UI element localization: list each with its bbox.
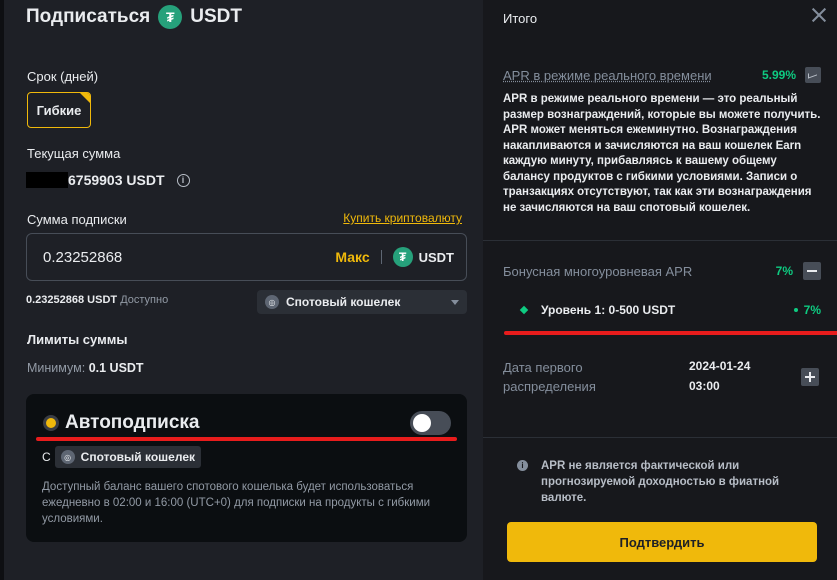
dot-icon xyxy=(793,308,798,312)
tier-row: Уровень 1: 0-500 USDT 7% xyxy=(519,303,821,317)
redaction-bar xyxy=(26,172,68,188)
amount-value[interactable]: 0.23252868 xyxy=(43,249,335,266)
available-label: Доступно xyxy=(120,294,169,306)
current-amount-value: 6759903 USDT xyxy=(68,172,165,188)
realtime-apr-value: 5.99% xyxy=(761,68,796,82)
info-icon: i xyxy=(517,460,528,471)
bonus-apr-value: 7% xyxy=(775,264,793,278)
available-balance: 0.23252868 USDT Доступно xyxy=(26,294,168,306)
summary-title: Итого xyxy=(503,11,538,26)
source-wallet-name: Спотовый кошелек xyxy=(80,450,195,464)
term-option-flexible[interactable]: Гибкие xyxy=(27,92,91,128)
bonus-apr-label: Бонусная многоуровневая APR xyxy=(503,263,693,279)
chart-icon[interactable] xyxy=(805,67,821,83)
asset-name: USDT xyxy=(190,6,242,27)
wallet-icon: ◎ xyxy=(265,295,279,309)
summary-panel: Итого APR в режиме реального времени 5.9… xyxy=(483,0,837,580)
page-title: Подписаться xyxy=(26,6,151,27)
min-value: 0.1 USDT xyxy=(88,361,144,375)
auto-subscribe-source: С ◎ Спотовый кошелек xyxy=(42,446,201,468)
auto-subscribe-header: Автоподписка xyxy=(43,412,200,434)
min-label: Минимум: xyxy=(27,361,86,375)
info-icon[interactable]: i xyxy=(176,173,190,187)
tether-icon: ₮ xyxy=(158,5,183,29)
auto-subscribe-toggle[interactable] xyxy=(410,411,451,435)
wallet-select[interactable]: ◎ Спотовый кошелек xyxy=(257,290,467,314)
current-amount-label: Текущая сумма xyxy=(27,146,121,161)
auto-subscribe-icon xyxy=(43,415,59,431)
first-distribution-date: 2024-01-24 xyxy=(689,359,751,373)
diamond-icon xyxy=(519,305,529,315)
from-label: С xyxy=(42,450,51,464)
max-button[interactable]: Макс xyxy=(335,249,369,265)
source-wallet-chip: ◎ Спотовый кошелек xyxy=(54,446,201,468)
expand-icon[interactable] xyxy=(801,368,819,386)
realtime-apr-row: APR в режиме реального времени 5.99% xyxy=(503,67,821,83)
annotation-underline xyxy=(504,331,837,335)
auto-subscribe-title: Автоподписка xyxy=(65,412,200,433)
realtime-apr-description: APR в режиме реального времени — это реа… xyxy=(503,93,821,214)
term-label: Срок (дней) xyxy=(27,69,99,84)
divider xyxy=(380,250,382,264)
close-icon[interactable] xyxy=(811,7,827,23)
limits-label: Лимиты суммы xyxy=(27,332,128,347)
auto-subscribe-card: Автоподписка С ◎ Спотовый кошелек Доступ… xyxy=(26,394,467,542)
tether-icon: ₮ xyxy=(392,247,413,267)
wallet-select-value: Спотовый кошелек xyxy=(286,295,401,309)
tier-value: 7% xyxy=(803,303,821,317)
wallet-icon: ◎ xyxy=(60,450,75,464)
amount-currency: USDT xyxy=(418,249,454,265)
divider xyxy=(483,240,837,241)
tier-label: Уровень 1: 0-500 USDT xyxy=(541,303,676,317)
auto-subscribe-description: Доступный баланс вашего спотового кошель… xyxy=(42,481,431,525)
panel-header: Подписаться ₮ USDT xyxy=(26,5,242,29)
bonus-apr-row: Бонусная многоуровневая APR 7% xyxy=(503,262,821,280)
toggle-knob xyxy=(413,414,431,432)
buy-crypto-link[interactable]: Купить криптовалюту xyxy=(343,211,462,225)
collapse-icon[interactable] xyxy=(803,262,821,280)
available-amount: 0.23252868 USDT xyxy=(26,294,118,306)
annotation-underline xyxy=(36,437,457,441)
realtime-apr-label[interactable]: APR в режиме реального времени xyxy=(503,68,762,83)
chevron-down-icon xyxy=(451,299,459,305)
divider xyxy=(483,437,837,438)
current-amount: 6759903 USDT i xyxy=(26,172,190,188)
amount-input[interactable]: 0.23252868 Макс ₮ USDT xyxy=(26,233,467,281)
limits-min: Минимум: 0.1 USDT xyxy=(27,361,144,375)
disclaimer: i APR не является фактической или прогно… xyxy=(517,458,827,506)
disclaimer-text: APR не является фактической или прогнози… xyxy=(541,460,780,504)
first-distribution-label: Дата первого распределения xyxy=(503,360,596,394)
subscribe-panel: Подписаться ₮ USDT Срок (дней) Гибкие Те… xyxy=(0,0,483,580)
confirm-button[interactable]: Подтвердить xyxy=(507,522,817,562)
first-distribution-time: 03:00 xyxy=(689,379,720,393)
subscribe-amount-label: Сумма подписки xyxy=(27,212,127,227)
